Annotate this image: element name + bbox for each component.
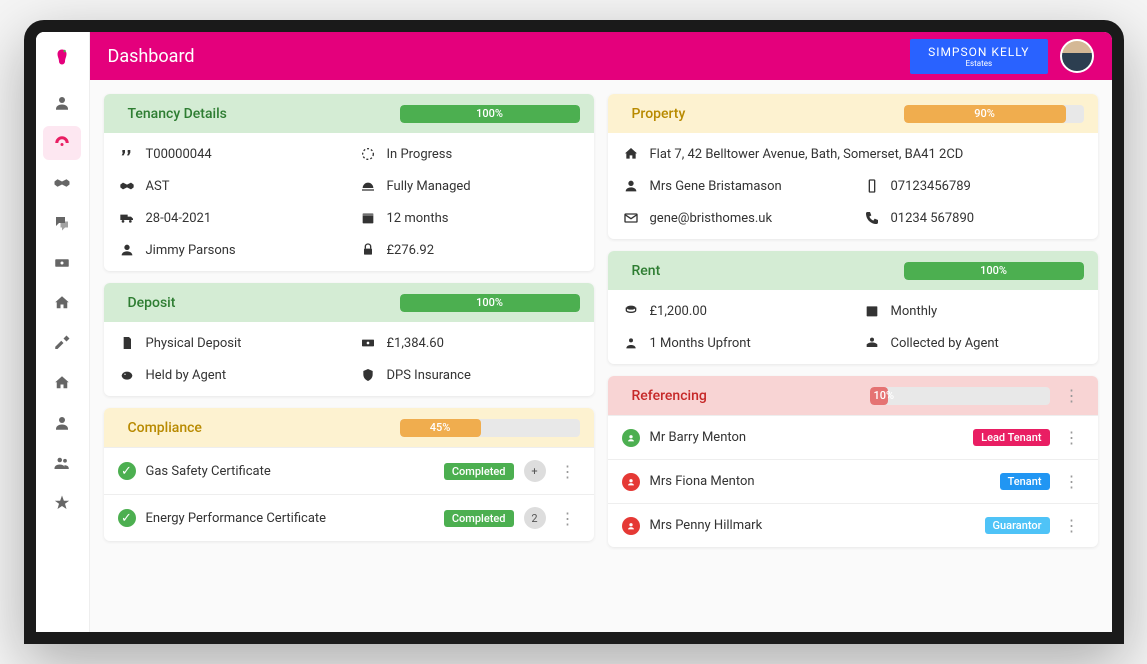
nav-handshake-icon[interactable] — [43, 166, 81, 200]
person-icon — [622, 177, 640, 195]
user-circle-icon — [622, 517, 640, 535]
nav-star-icon[interactable] — [43, 486, 81, 520]
nav-tools-icon[interactable] — [43, 326, 81, 360]
shield-icon — [359, 366, 377, 384]
calendar-icon — [359, 209, 377, 227]
brand-badge[interactable]: SIMPSON KELLY Estates — [910, 39, 1047, 74]
compliance-row: ✓Energy Performance Certificate Complete… — [104, 494, 594, 541]
phone-icon — [863, 209, 881, 227]
compliance-card: Compliance 45% ✓Gas Safety Certificate C… — [104, 408, 594, 541]
nav-group-icon[interactable] — [43, 446, 81, 480]
truck-icon — [118, 209, 136, 227]
user-circle-icon — [622, 429, 640, 447]
deposit-title: Deposit — [128, 295, 176, 311]
page-title: Dashboard — [108, 46, 195, 67]
nav-home-icon[interactable] — [43, 286, 81, 320]
lock-icon — [359, 241, 377, 259]
property-card: Property 90% Flat 7, 42 Belltower Avenue… — [608, 94, 1098, 239]
role-badge: Lead Tenant — [973, 429, 1049, 446]
deposit-card: Deposit 100% Physical Deposit £1,384.60 … — [104, 283, 594, 396]
hand-icon — [863, 334, 881, 352]
referencing-card: Referencing 10% ⋮ Mr Barry Menton Lead T… — [608, 376, 1098, 547]
rent-progress: 100% — [904, 262, 1084, 280]
nav-dashboard-icon[interactable] — [43, 126, 81, 160]
referencing-row: Mr Barry Menton Lead Tenant⋮ — [608, 415, 1098, 459]
piggy-icon — [118, 366, 136, 384]
role-badge: Tenant — [1000, 473, 1050, 490]
referencing-title: Referencing — [632, 388, 707, 404]
compliance-row: ✓Gas Safety Certificate Completed + ⋮ — [104, 447, 594, 494]
tenancy-title: Tenancy Details — [128, 106, 227, 122]
compliance-progress: 45% — [400, 419, 580, 437]
tenancy-progress: 100% — [400, 105, 580, 123]
kebab-icon[interactable]: ⋮ — [1060, 472, 1084, 491]
quote-icon — [118, 145, 136, 163]
user-circle-icon — [622, 473, 640, 491]
rent-title: Rent — [632, 263, 661, 279]
kebab-icon[interactable]: ⋮ — [1060, 428, 1084, 447]
check-icon: ✓ — [118, 509, 136, 527]
calendar-icon — [863, 302, 881, 320]
role-badge: Guarantor — [985, 517, 1050, 534]
kebab-icon[interactable]: ⋮ — [556, 509, 580, 528]
kebab-icon[interactable]: ⋮ — [1060, 516, 1084, 535]
mobile-icon — [863, 177, 881, 195]
kebab-icon[interactable]: ⋮ — [556, 462, 580, 481]
logo-icon — [47, 42, 77, 72]
rent-card: Rent 100% £1,200.00 Monthly 1 Months Upf… — [608, 251, 1098, 364]
property-title: Property — [632, 106, 686, 122]
referencing-row: Mrs Fiona Menton Tenant⋮ — [608, 459, 1098, 503]
comment-chip[interactable]: 2 — [524, 507, 546, 529]
email-icon — [622, 209, 640, 227]
cash-icon — [359, 334, 377, 352]
sidebar — [36, 32, 90, 632]
cloche-icon — [359, 177, 377, 195]
comment-chip[interactable]: + — [524, 460, 546, 482]
kebab-icon[interactable]: ⋮ — [1060, 386, 1084, 405]
nav-chat-icon[interactable] — [43, 206, 81, 240]
status-badge: Completed — [444, 510, 514, 527]
coins-icon — [622, 302, 640, 320]
home-icon — [622, 145, 640, 163]
upfront-icon — [622, 334, 640, 352]
deposit-progress: 100% — [400, 294, 580, 312]
header: Dashboard SIMPSON KELLY Estates — [90, 32, 1112, 80]
handshake-icon — [118, 177, 136, 195]
nav-property-icon[interactable] — [43, 366, 81, 400]
compliance-title: Compliance — [128, 420, 202, 436]
document-icon — [118, 334, 136, 352]
referencing-progress: 10% — [870, 387, 1050, 405]
tenancy-card: Tenancy Details 100% T00000044 In Progre… — [104, 94, 594, 271]
progress-icon — [359, 145, 377, 163]
status-badge: Completed — [444, 463, 514, 480]
referencing-row: Mrs Penny Hillmark Guarantor⋮ — [608, 503, 1098, 547]
nav-user-icon[interactable] — [43, 86, 81, 120]
nav-person-icon[interactable] — [43, 406, 81, 440]
person-icon — [118, 241, 136, 259]
property-progress: 90% — [904, 105, 1084, 123]
nav-money-icon[interactable] — [43, 246, 81, 280]
check-icon: ✓ — [118, 462, 136, 480]
user-avatar[interactable] — [1060, 39, 1094, 73]
